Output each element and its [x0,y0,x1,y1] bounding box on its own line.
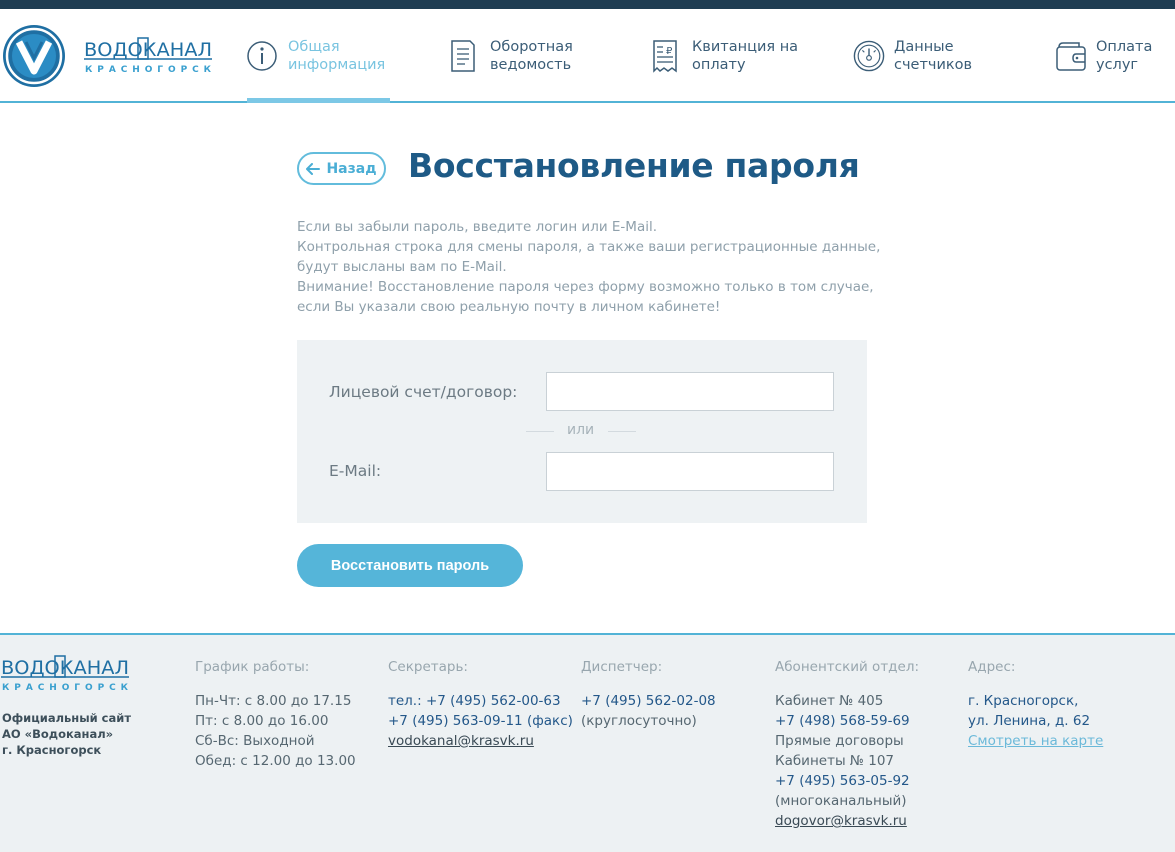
instructions-text: Если вы забыли пароль, введите логин или… [297,217,881,317]
contracts-email-link[interactable]: dogovor@krasvk.ru [775,813,907,829]
fax-suffix: (факс) [526,713,573,729]
subscriber-heading: Абонентский отдел: [775,659,919,675]
instruction-line: будут высланы вам по E-Mail. [297,259,507,275]
nav-turnover-statement[interactable]: Оборотная ведомость [449,9,599,103]
address-column: Адрес: г. Красногорск, ул. Ленина, д. 62… [968,657,1103,751]
map-link-line: Смотреть на карте [968,731,1103,751]
nav-label: Оборотная ведомость [490,39,573,73]
site-line: АО «Водоканал» [2,727,114,741]
secretary-fax[interactable]: +7 (495) 563-09-11 [388,713,523,729]
restore-password-button[interactable]: Восстановить пароль [297,544,523,587]
secretary-heading: Секретарь: [388,659,468,675]
footer-logo-wordmark[interactable]: ВОДОКАНАЛ КРАСНОГОРСК [0,655,132,695]
site-footer: ВОДОКАНАЛ КРАСНОГОРСК Официальный сайт А… [0,633,1175,852]
dispatcher-column: Диспетчер: +7 (495) 562-02-08 (круглосут… [581,657,716,731]
logo-emblem-icon[interactable] [2,24,66,88]
secretary-phone-line: тел.: +7 (495) 562-00-63 [388,691,573,711]
instruction-line: Внимание! Восстановление пароля через фо… [297,279,874,295]
or-text: или [567,422,595,438]
svg-text:КРАСНОГОРСК: КРАСНОГОРСК [85,65,212,75]
secretary-fax-line: +7 (495) 563-09-11 (факс) [388,711,573,731]
address-heading: Адрес: [968,659,1016,675]
account-label: Лицевой счет/договор: [329,383,518,401]
schedule-line: Пт: с 8.00 до 16.00 [195,713,329,729]
nav-label: Оплата услуг [1096,39,1153,73]
back-button[interactable]: Назад [297,152,386,185]
subscriber-phone[interactable]: +7 (498) 568-59-69 [775,711,919,731]
secretary-email-line: vodokanal@krasvk.ru [388,731,573,751]
instruction-line: Если вы забыли пароль, введите логин или… [297,219,658,235]
active-nav-indicator [247,98,390,103]
or-divider-left [526,431,554,432]
arrow-left-icon [306,162,321,175]
site-line: Официальный сайт [2,711,131,725]
site-header: ВОДОКАНАЛ КРАСНОГОРСК Общая информация О… [0,9,1175,103]
secretary-email-link[interactable]: vodokanal@krasvk.ru [388,733,534,749]
email-input[interactable] [546,452,834,491]
contracts-phone-note: (многоканальный) [775,793,907,809]
dispatcher-heading: Диспетчер: [581,659,663,675]
contracts-phone[interactable]: +7 (495) 563-05-92 [775,771,919,791]
schedule-heading: График работы: [195,659,310,675]
view-on-map-link[interactable]: Смотреть на карте [968,733,1103,749]
logo-wordmark[interactable]: ВОДОКАНАЛ КРАСНОГОРСК [84,37,216,77]
secretary-phone[interactable]: +7 (495) 562-00-63 [426,693,561,709]
contracts-email-line: dogovor@krasvk.ru [775,811,919,831]
email-label: E-Mail: [329,462,382,480]
nav-label: Квитанция на оплату [692,39,799,73]
recovery-form: Лицевой счет/договор: или E-Mail: [297,340,867,523]
nav-label: Общая информация [288,39,386,73]
nav-general-info[interactable]: Общая информация [247,9,390,103]
schedule-column: График работы: Пн-Чт: с 8.00 до 17.15 Пт… [195,657,356,771]
schedule-line: Обед: с 12.00 до 13.00 [195,753,356,769]
nav-service-payment[interactable]: Оплата услуг [1055,9,1173,103]
top-bar [0,0,1175,9]
svg-text:₽: ₽ [666,46,673,57]
direct-contracts-label: Прямые договоры [775,733,904,749]
wallet-icon [1056,42,1086,71]
dispatcher-note: (круглосуточно) [581,713,697,729]
or-divider-right [608,431,636,432]
dispatcher-phone[interactable]: +7 (495) 562-02-08 [581,691,716,711]
back-button-label: Назад [326,160,377,177]
page-title: Восстановление пароля [408,146,860,185]
instruction-line: если Вы указали свою реальную почту в ли… [297,299,721,315]
instruction-line: Контрольная строка для смены пароля, а т… [297,239,881,255]
document-icon [451,40,475,72]
address-city: г. Красногорск, [968,693,1079,709]
nav-meter-data[interactable]: Данные счетчиков [853,9,993,103]
subscriber-column: Абонентский отдел: Кабинет № 405 +7 (498… [775,657,919,831]
address-street: ул. Ленина, д. 62 [968,713,1091,729]
nav-payment-receipt[interactable]: ₽ Квитанция на оплату [651,9,811,103]
account-input[interactable] [546,372,834,411]
official-site-text: Официальный сайт АО «Водоканал» г. Красн… [2,710,131,758]
schedule-line: Пн-Чт: с 8.00 до 17.15 [195,693,352,709]
tel-prefix: тел.: [388,693,422,709]
meter-icon [853,40,885,72]
site-line: г. Красногорск [2,743,102,757]
info-icon [247,41,277,71]
schedule-line: Сб-Вс: Выходной [195,733,315,749]
secretary-column: Секретарь: тел.: +7 (495) 562-00-63 +7 (… [388,657,573,751]
nav-label: Данные счетчиков [894,39,973,73]
contracts-office: Кабинеты № 107 [775,753,895,769]
receipt-icon: ₽ [653,40,677,73]
svg-text:КРАСНОГОРСК: КРАСНОГОРСК [2,683,129,693]
subscriber-office: Кабинет № 405 [775,693,884,709]
